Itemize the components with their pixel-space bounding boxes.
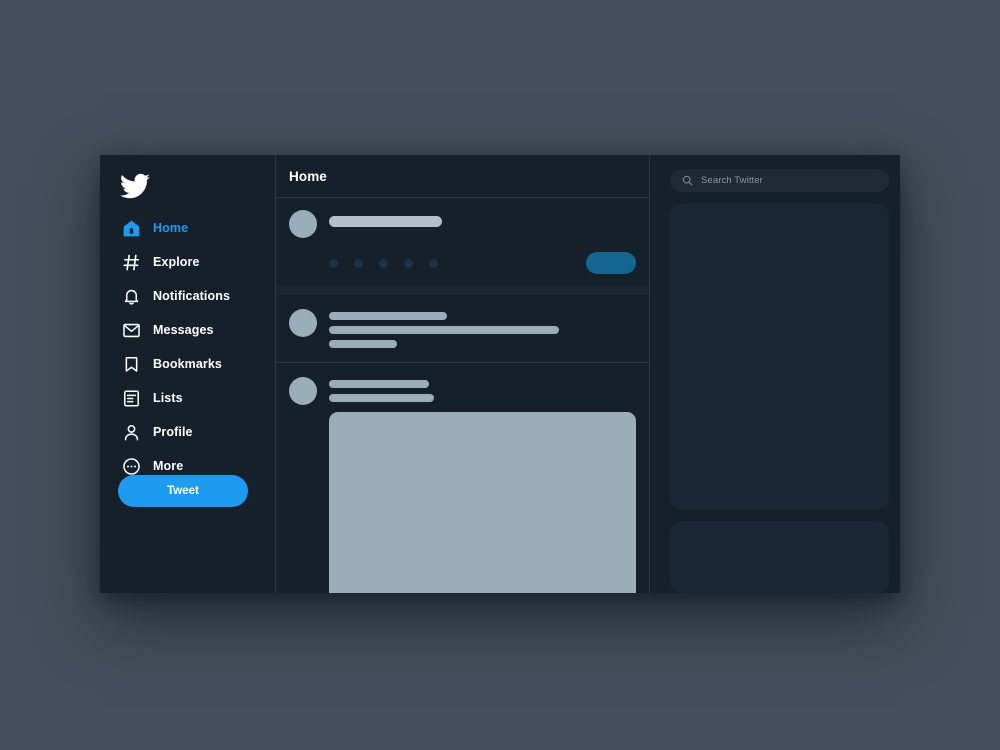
tweet-media-placeholder[interactable] (329, 412, 636, 593)
sidebar-item-label: Messages (153, 322, 214, 337)
compose-icon-row (329, 258, 438, 268)
sidebar-item-label: Bookmarks (153, 356, 222, 371)
home-timeline-feed: Home (276, 155, 650, 593)
right-sidebar (650, 155, 900, 593)
sidebar-item-notifications[interactable]: Notifications (100, 279, 275, 313)
avatar (289, 377, 317, 405)
tweet-item[interactable] (276, 295, 649, 363)
home-icon (122, 219, 141, 238)
person-icon (122, 423, 141, 442)
text-line-placeholder (329, 326, 559, 334)
who-to-follow-card-placeholder[interactable] (670, 521, 889, 593)
compose-poll-icon-placeholder[interactable] (379, 258, 388, 268)
left-navigation-sidebar: Home Explore Notifications Messages Book… (100, 155, 276, 593)
sidebar-item-lists[interactable]: Lists (100, 381, 275, 415)
compose-top-row (289, 210, 636, 238)
trends-card-placeholder[interactable] (670, 203, 889, 510)
compose-emoji-icon-placeholder[interactable] (404, 258, 413, 268)
avatar (289, 309, 317, 337)
search-bar[interactable] (670, 169, 889, 192)
search-icon (682, 175, 693, 186)
twitter-app-window: Home Explore Notifications Messages Book… (100, 155, 900, 593)
sidebar-item-home[interactable]: Home (100, 211, 275, 245)
sidebar-item-label: Profile (153, 424, 193, 439)
text-line-placeholder (329, 312, 447, 320)
compose-action-bar (289, 252, 636, 274)
twitter-bird-logo[interactable] (120, 171, 150, 201)
sidebar-item-profile[interactable]: Profile (100, 415, 275, 449)
search-input[interactable] (701, 175, 877, 186)
sidebar-item-label: Explore (153, 254, 200, 269)
compose-schedule-icon-placeholder[interactable] (429, 258, 438, 268)
sidebar-item-label: Home (153, 220, 189, 235)
tweet-item[interactable] (276, 363, 649, 593)
compose-submit-button-placeholder[interactable] (586, 252, 636, 274)
sidebar-item-label: More (153, 458, 184, 473)
compose-input-placeholder[interactable] (329, 216, 442, 227)
sidebar-item-label: Lists (153, 390, 183, 405)
list-icon (122, 389, 141, 408)
sidebar-item-explore[interactable]: Explore (100, 245, 275, 279)
envelope-icon (122, 321, 141, 340)
text-line-placeholder (329, 340, 397, 348)
bookmark-icon (122, 355, 141, 374)
sidebar-item-bookmarks[interactable]: Bookmarks (100, 347, 275, 381)
page-title: Home (289, 168, 327, 184)
tweet-body (329, 309, 636, 348)
tweet-button[interactable]: Tweet (118, 475, 248, 507)
more-ellipsis-icon (122, 457, 141, 476)
compose-media-icon-placeholder[interactable] (329, 258, 338, 268)
text-line-placeholder (329, 380, 429, 388)
avatar (289, 210, 317, 238)
compose-gif-icon-placeholder[interactable] (354, 258, 363, 268)
bell-icon (122, 287, 141, 306)
compose-tweet-box[interactable] (276, 198, 649, 295)
sidebar-item-label: Notifications (153, 288, 230, 303)
hashtag-icon (122, 253, 141, 272)
text-line-placeholder (329, 394, 434, 402)
sidebar-item-messages[interactable]: Messages (100, 313, 275, 347)
feed-header: Home (276, 155, 649, 198)
tweet-body (329, 377, 636, 593)
